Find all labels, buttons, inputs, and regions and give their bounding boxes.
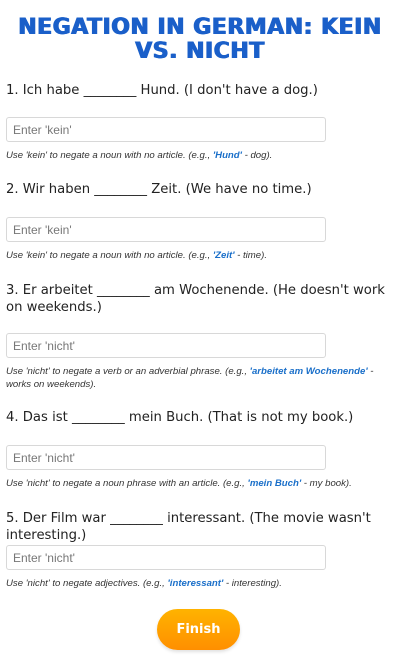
question-3-text: 3. Er arbeitet ________ am Wochenende. (… — [6, 283, 385, 315]
question-1-text: 1. Ich habe ________ Hund. (I don't have… — [6, 83, 318, 98]
hint-4-tail: - my book). — [301, 478, 352, 489]
question-4-text: 4. Das ist ________ mein Buch. (That is … — [6, 410, 354, 425]
answer-input-4[interactable] — [6, 445, 326, 470]
hint-2-text: Use 'kein' to negate a noun with no arti… — [6, 250, 213, 261]
answer-input-3[interactable] — [6, 333, 326, 358]
question-5-text: 5. Der Film war ________ interessant. (T… — [6, 511, 371, 543]
hint-1: Use 'kein' to negate a noun with no arti… — [6, 149, 390, 162]
answer-input-5[interactable] — [6, 545, 326, 570]
quiz-page: Negation in German: Kein vs. Nicht 1. Ic… — [0, 0, 400, 657]
question-2-text: 2. Wir haben ________ Zeit. (We have no … — [6, 182, 312, 197]
hint-4-example: 'mein Buch' — [247, 478, 302, 489]
answer-input-2[interactable] — [6, 217, 326, 242]
hint-5-tail: - interesting). — [223, 578, 282, 589]
hint-3: Use 'nicht' to negate a verb or an adver… — [6, 365, 390, 391]
hint-3-example: 'arbeitet am Wochenende' — [249, 366, 368, 377]
answer-input-1[interactable] — [6, 117, 326, 142]
hint-2: Use 'kein' to negate a noun with no arti… — [6, 249, 390, 262]
hint-1-tail: - dog). — [241, 150, 273, 161]
hint-5-text: Use 'nicht' to negate adjectives. (e.g., — [6, 578, 168, 589]
hint-1-text: Use 'kein' to negate a noun with no arti… — [6, 150, 213, 161]
hint-2-tail: - time). — [234, 250, 267, 261]
finish-button[interactable]: Finish — [157, 609, 240, 650]
hint-1-example: 'Hund' — [212, 150, 242, 161]
hint-4-text: Use 'nicht' to negate a noun phrase with… — [6, 478, 248, 489]
page-title: Negation in German: Kein vs. Nicht — [18, 15, 382, 64]
hint-3-text: Use 'nicht' to negate a verb or an adver… — [6, 366, 250, 377]
hint-5: Use 'nicht' to negate adjectives. (e.g.,… — [6, 577, 390, 590]
hint-2-example: 'Zeit' — [212, 250, 235, 261]
hint-4: Use 'nicht' to negate a noun phrase with… — [6, 477, 390, 490]
hint-5-example: 'interessant' — [167, 578, 224, 589]
